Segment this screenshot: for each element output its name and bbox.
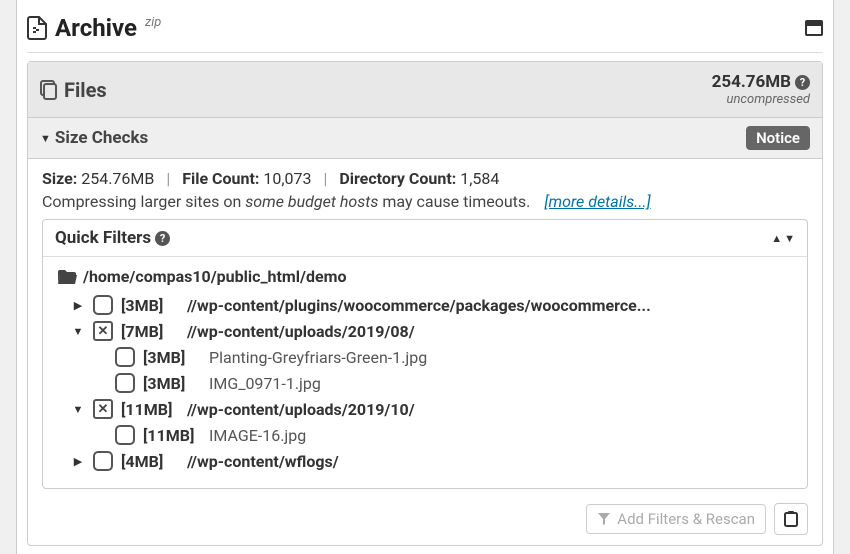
quick-filters-title: Quick Filters — [55, 228, 151, 248]
archive-ext: zip — [145, 15, 161, 30]
tree-row: [11MB] IMAGE-16.jpg — [57, 422, 793, 448]
desc-line: Compressing larger sites on some budget … — [42, 192, 808, 211]
expand-down-icon[interactable]: ▼ — [784, 232, 795, 245]
more-details-link[interactable]: [more details...] — [544, 192, 650, 211]
checkbox[interactable] — [115, 425, 135, 445]
stats-line: Size: 254.76MB | File Count: 10,073 | Di… — [42, 169, 808, 188]
copy-icon — [40, 80, 58, 100]
item-path: //wp-content/uploads/2019/08/ — [187, 322, 415, 341]
size-label: Size: — [42, 169, 77, 188]
notice-badge: Notice — [746, 126, 810, 150]
add-filters-button[interactable]: Add Filters & Rescan — [586, 504, 766, 534]
dir-count-label: Directory Count: — [339, 169, 456, 188]
help-icon[interactable]: ? — [795, 75, 810, 90]
caret-down-icon[interactable]: ▼ — [71, 403, 85, 416]
quick-filters-box: Quick Filters ? ▲ ▼ /home/compas10/publi… — [42, 219, 808, 489]
files-title: Files — [64, 78, 107, 102]
folder-open-icon — [57, 269, 77, 285]
checkbox[interactable] — [93, 295, 113, 315]
item-path: //wp-content/wflogs/ — [187, 452, 339, 471]
collapse-up-icon[interactable]: ▲ — [771, 232, 782, 245]
window-icon[interactable] — [805, 20, 823, 36]
file-count-label: File Count: — [182, 169, 259, 188]
checkbox[interactable] — [115, 373, 135, 393]
quick-filters-header[interactable]: Quick Filters ? ▲ ▼ — [43, 220, 807, 257]
item-file: Planting-Greyfriars-Green-1.jpg — [209, 348, 427, 367]
tree-row: ▼ ✕ [11MB] //wp-content/uploads/2019/10/ — [57, 396, 793, 422]
item-size: [11MB] — [121, 400, 179, 419]
compression-state: uncompressed — [712, 92, 810, 107]
size-checks-header[interactable]: ▼ Size Checks Notice — [28, 118, 822, 159]
caret-right-icon[interactable]: ▶ — [71, 299, 85, 312]
item-size: [11MB] — [143, 426, 201, 445]
item-size: [3MB] — [143, 348, 201, 367]
item-size: [3MB] — [143, 374, 201, 393]
size-checks-title: Size Checks — [55, 128, 148, 148]
filter-icon — [597, 512, 611, 526]
divider — [27, 52, 823, 53]
item-size: [7MB] — [121, 322, 179, 341]
item-size: [4MB] — [121, 452, 179, 471]
item-file: IMAGE-16.jpg — [209, 426, 306, 445]
item-file: IMG_0971-1.jpg — [209, 374, 321, 393]
caret-down-icon: ▼ — [40, 132, 51, 145]
size-checks-body: Size: 254.76MB | File Count: 10,073 | Di… — [28, 159, 822, 545]
tree-row: [3MB] Planting-Greyfriars-Green-1.jpg — [57, 344, 793, 370]
files-panel: Files 254.76MB ? uncompressed ▼ Size Che… — [27, 61, 823, 546]
root-path-row: /home/compas10/public_html/demo — [57, 267, 793, 286]
clipboard-button[interactable] — [774, 503, 808, 535]
item-path: //wp-content/plugins/woocommerce/package… — [187, 296, 651, 315]
archive-icon — [27, 16, 47, 40]
checkbox[interactable] — [93, 451, 113, 471]
root-path: /home/compas10/public_html/demo — [83, 267, 347, 286]
size-value: 254.76MB — [81, 169, 154, 188]
checkbox-excluded[interactable]: ✕ — [93, 399, 113, 419]
caret-right-icon[interactable]: ▶ — [71, 455, 85, 468]
help-icon[interactable]: ? — [155, 231, 170, 246]
caret-down-icon[interactable]: ▼ — [71, 325, 85, 338]
tree-row: ▶ [4MB] //wp-content/wflogs/ — [57, 448, 793, 474]
tree-row: ▶ [3MB] //wp-content/plugins/woocommerce/p… — [57, 292, 793, 318]
item-path: //wp-content/uploads/2019/10/ — [187, 400, 415, 419]
file-tree: ▶ [3MB] //wp-content/plugins/woocommerce/p… — [57, 292, 793, 474]
files-panel-header: Files 254.76MB ? uncompressed — [28, 62, 822, 118]
file-count-value: 10,073 — [263, 169, 311, 188]
dir-count-value: 1,584 — [460, 169, 499, 188]
tree-row: [3MB] IMG_0971-1.jpg — [57, 370, 793, 396]
section-title: Archive — [55, 14, 137, 42]
item-size: [3MB] — [121, 296, 179, 315]
checkbox[interactable] — [115, 347, 135, 367]
total-size: 254.76MB — [712, 72, 791, 92]
tree-row: ▼ ✕ [7MB] //wp-content/uploads/2019/08/ — [57, 318, 793, 344]
section-title-row: Archive zip — [27, 8, 823, 50]
checkbox-excluded[interactable]: ✕ — [93, 321, 113, 341]
